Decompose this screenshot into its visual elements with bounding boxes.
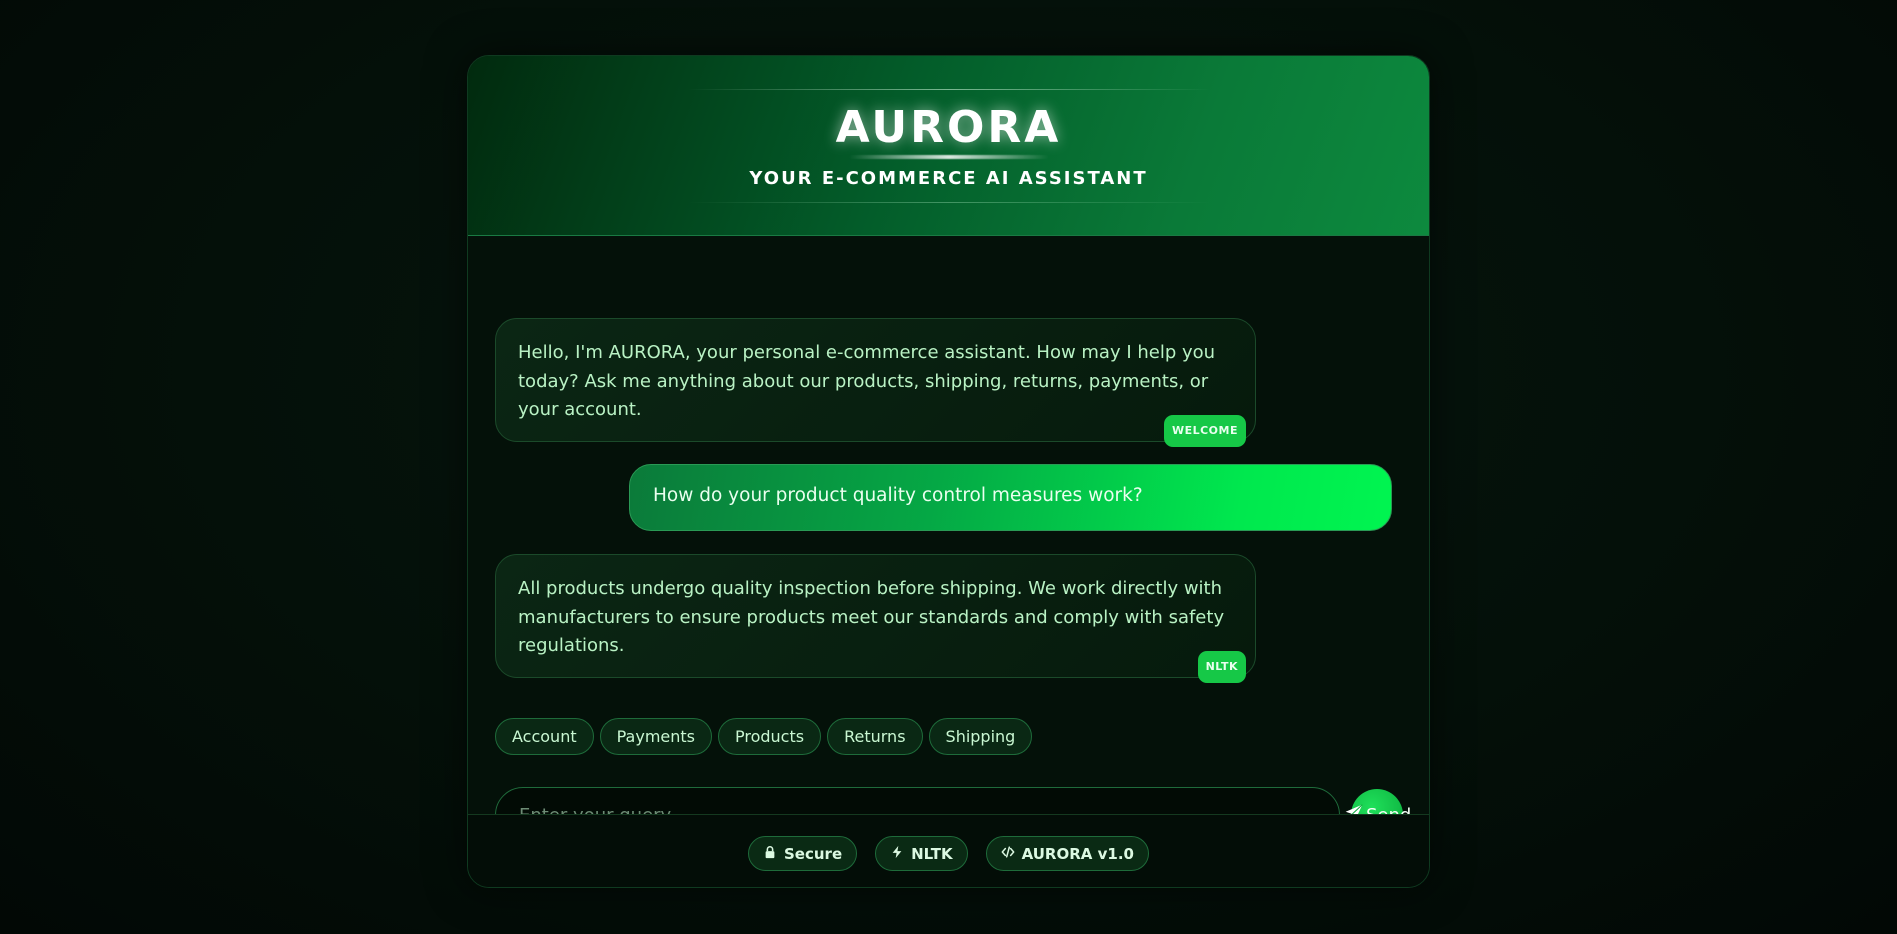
bolt-icon <box>890 845 904 863</box>
topic-chip-shipping[interactable]: Shipping <box>928 718 1033 755</box>
footer: Secure NLTK AURORA v1.0 <box>468 814 1429 887</box>
topic-chip-products[interactable]: Products <box>718 718 822 755</box>
badge-nltk: NLTK <box>875 836 968 871</box>
bot-message: Hello, I'm AURORA, your personal e-comme… <box>495 318 1256 447</box>
user-message: How do your product quality control meas… <box>629 464 1392 531</box>
quick-topics: Account Payments Products Returns Shippi… <box>495 718 1033 755</box>
message-text: Hello, I'm AURORA, your personal e-comme… <box>518 342 1216 420</box>
chat-window: AURORA YOUR E-COMMERCE AI ASSISTANT Hell… <box>467 55 1430 888</box>
badge-label: NLTK <box>911 844 953 863</box>
bot-message: All products undergo quality inspection … <box>495 554 1256 683</box>
header-divider-top <box>688 89 1211 90</box>
badge-version: AURORA v1.0 <box>985 836 1149 871</box>
code-icon <box>1001 845 1015 863</box>
message-text: How do your product quality control meas… <box>653 485 1143 506</box>
footer-badges: Secure NLTK AURORA v1.0 <box>468 836 1429 871</box>
header: AURORA YOUR E-COMMERCE AI ASSISTANT <box>468 56 1429 236</box>
topic-chip-payments[interactable]: Payments <box>599 718 712 755</box>
app-title: AURORA <box>835 102 1062 153</box>
lock-icon <box>763 845 777 863</box>
message-text: All products undergo quality inspection … <box>518 578 1225 656</box>
topic-chip-account[interactable]: Account <box>495 718 594 755</box>
badge-label: AURORA v1.0 <box>1021 844 1134 863</box>
message-tag: NLTK <box>1197 650 1246 683</box>
app-subtitle: YOUR E-COMMERCE AI ASSISTANT <box>749 168 1148 189</box>
badge-secure: Secure <box>748 836 858 871</box>
badge-label: Secure <box>784 844 843 863</box>
message-tag: WELCOME <box>1163 414 1246 447</box>
chat-area: Hello, I'm AURORA, your personal e-comme… <box>468 237 1429 870</box>
topic-chip-returns[interactable]: Returns <box>827 718 923 755</box>
header-divider-bottom <box>688 202 1211 203</box>
title-underline <box>849 155 1049 159</box>
